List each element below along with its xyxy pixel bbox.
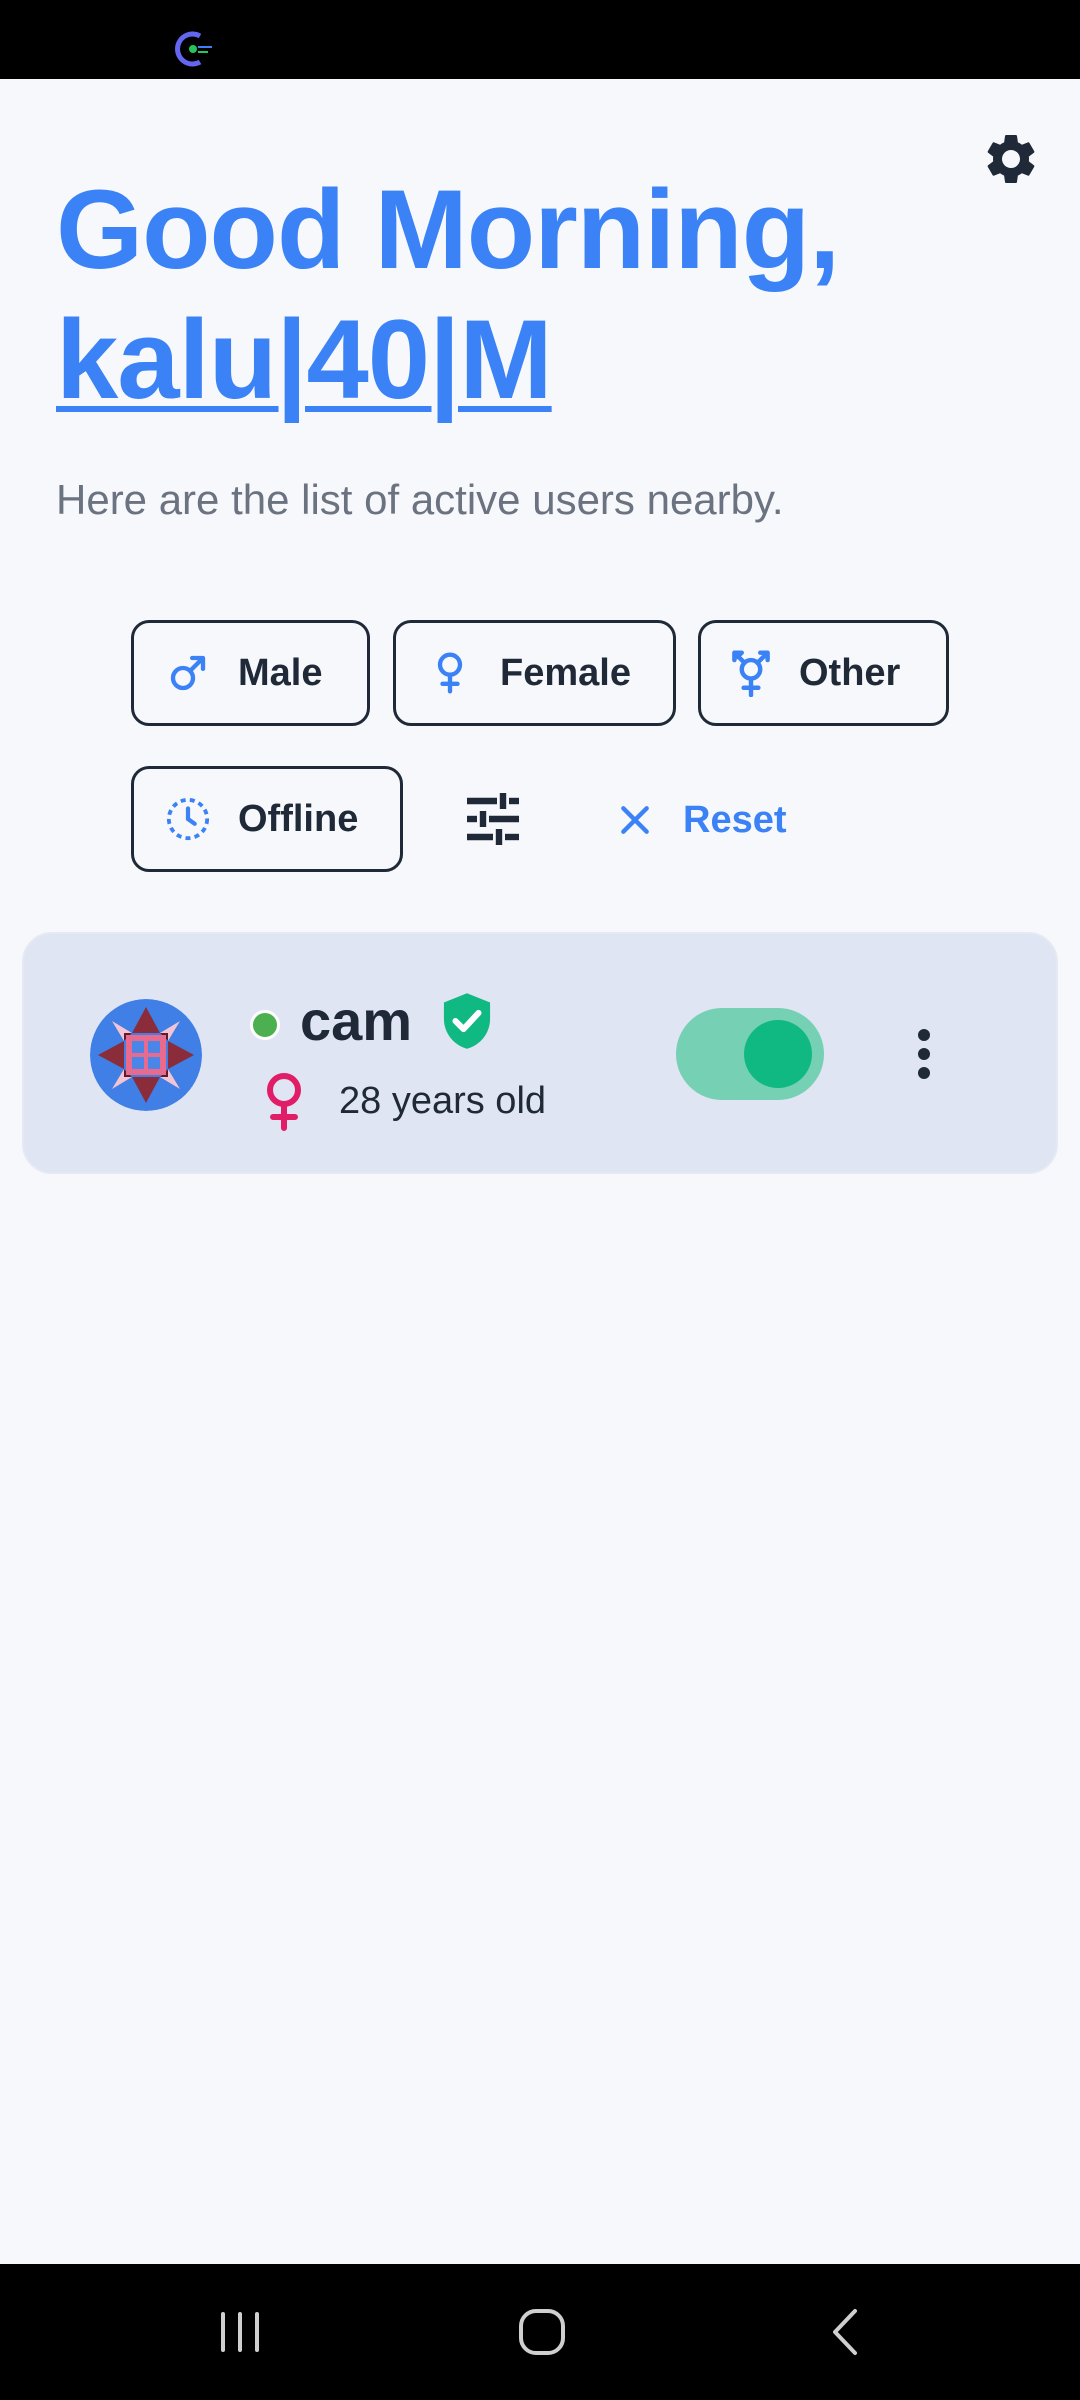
filter-offline-chip[interactable]: Offline xyxy=(131,766,403,872)
system-navigation-bar xyxy=(0,2264,1080,2400)
gear-icon xyxy=(987,134,1035,183)
user-toggle[interactable] xyxy=(676,1008,824,1100)
avatar[interactable] xyxy=(90,999,202,1111)
more-vertical-icon xyxy=(918,1029,930,1079)
recent-apps-button[interactable] xyxy=(190,2292,290,2372)
male-icon xyxy=(164,649,212,697)
filter-settings-button[interactable] xyxy=(455,786,531,852)
status-bar xyxy=(0,0,1080,79)
recent-apps-icon xyxy=(221,2312,259,2352)
user-card[interactable]: cam 28 years old xyxy=(22,932,1058,1174)
reset-label: Reset xyxy=(683,798,787,841)
greeting-heading: Good Morning, kalu|40|M xyxy=(56,165,840,425)
close-icon xyxy=(621,806,649,834)
sliders-icon xyxy=(467,793,519,845)
page-subtitle: Here are the list of active users nearby… xyxy=(56,476,784,523)
settings-button[interactable] xyxy=(980,128,1042,190)
back-icon xyxy=(833,2309,857,2355)
greeting-line: Good Morning, xyxy=(56,167,840,292)
filter-male-chip[interactable]: Male xyxy=(131,620,370,726)
user-name[interactable]: cam xyxy=(300,986,412,1056)
home-icon xyxy=(519,2309,565,2355)
app-logo-icon xyxy=(175,31,212,67)
female-icon xyxy=(267,1073,301,1131)
online-status-dot xyxy=(250,1010,280,1040)
filter-offline-label: Offline xyxy=(238,797,359,840)
verified-shield-icon xyxy=(443,993,491,1049)
more-options-button[interactable] xyxy=(886,1016,962,1092)
user-age: 28 years old xyxy=(339,1080,547,1122)
female-icon xyxy=(426,649,474,697)
back-button[interactable] xyxy=(795,2292,895,2372)
user-name-link[interactable]: kalu|40|M xyxy=(56,297,553,422)
clock-icon xyxy=(164,795,212,843)
filter-other-chip[interactable]: Other xyxy=(698,620,949,726)
transgender-icon xyxy=(727,649,775,697)
reset-filters-button[interactable]: Reset xyxy=(615,790,787,850)
filter-female-chip[interactable]: Female xyxy=(393,620,676,726)
filter-female-label: Female xyxy=(500,651,631,694)
home-button[interactable] xyxy=(492,2292,592,2372)
filter-other-label: Other xyxy=(799,651,901,694)
filter-male-label: Male xyxy=(238,651,323,694)
toggle-knob xyxy=(744,1020,812,1088)
